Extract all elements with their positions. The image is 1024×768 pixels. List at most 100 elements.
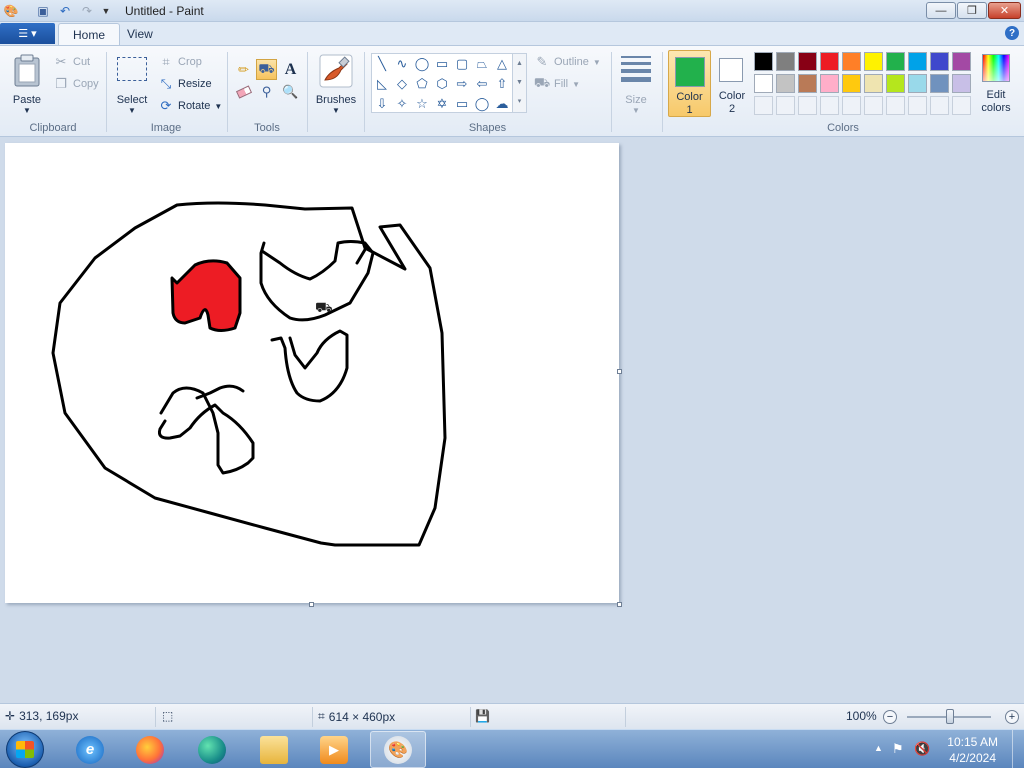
taskbar-internet-explorer[interactable]: e [62,731,118,768]
hexagon-shape[interactable]: ⬡ [433,75,451,93]
six-point-star-shape[interactable]: ✡ [433,95,451,113]
select-button[interactable]: Select ▼ [112,52,152,115]
custom-color-slot[interactable] [952,96,971,115]
color-swatch[interactable] [952,74,971,93]
clock[interactable]: 10:15 AM 4/2/2024 [947,734,998,766]
custom-color-slot[interactable] [864,96,883,115]
line-shape[interactable]: ╲ [373,55,391,73]
custom-color-slot[interactable] [798,96,817,115]
rectangle-shape[interactable]: ▭ [433,55,451,73]
shapes-scrollbar[interactable]: ▲ ▼ ▾ [512,54,526,112]
color-swatch[interactable] [908,74,927,93]
triangle-shape[interactable]: △ [493,55,511,73]
color-swatch[interactable] [930,52,949,71]
tab-home[interactable]: Home [58,23,121,45]
show-desktop-button[interactable] [1012,730,1024,768]
customize-toolbar-chevron-icon[interactable]: ▼ [98,3,114,19]
close-button[interactable]: ✕ [988,2,1021,19]
color-swatch[interactable] [842,52,861,71]
rounded-callout-shape[interactable]: ▭ [453,95,471,113]
color1-button[interactable]: Color 1 [668,50,711,117]
up-arrow-shape[interactable]: ⇧ [493,75,511,93]
curve-shape[interactable]: ∿ [393,55,411,73]
color-swatch[interactable] [886,52,905,71]
maximize-button[interactable]: ❐ [957,2,987,19]
color-swatch[interactable] [930,74,949,93]
oval-shape[interactable]: ◯ [413,55,431,73]
drawing-canvas[interactable] [5,143,622,607]
tab-view[interactable]: View [113,23,167,45]
custom-color-slot[interactable] [930,96,949,115]
pencil-tool[interactable]: ✏ [233,59,254,80]
custom-color-slot[interactable] [908,96,927,115]
start-button[interactable] [6,731,44,768]
zoom-out-button[interactable]: − [883,710,897,724]
down-arrow-shape[interactable]: ⇩ [373,95,391,113]
pentagon-shape[interactable]: ⬠ [413,75,431,93]
custom-color-slot[interactable] [886,96,905,115]
taskbar-file-explorer[interactable] [246,731,302,768]
network-icon[interactable]: ⚑ [892,741,904,757]
color-swatch[interactable] [886,74,905,93]
color-swatch[interactable] [754,52,773,71]
custom-color-slot[interactable] [842,96,861,115]
color-swatch[interactable] [908,52,927,71]
eraser-tool[interactable] [233,81,254,102]
taskbar-media-player[interactable]: ▶ [306,731,362,768]
text-tool[interactable]: A [280,59,301,80]
polygon-shape[interactable]: ⏢ [473,55,491,73]
resize-handle-bottom[interactable] [309,602,314,607]
paste-button[interactable]: Paste ▼ [8,52,46,115]
zoom-slider-thumb[interactable] [946,709,954,724]
rotate-button[interactable]: ⟳ Rotate ▼ [158,98,223,114]
color-swatch[interactable] [776,74,795,93]
resize-button[interactable]: ⤡ Resize [158,76,212,92]
minimize-button[interactable]: — [926,2,956,19]
size-button[interactable]: Size ▼ [617,52,655,115]
custom-color-slot[interactable] [820,96,839,115]
fill-tool[interactable]: ⛟ [256,59,277,80]
undo-icon[interactable]: ↶ [57,3,73,19]
right-arrow-shape[interactable]: ⇨ [453,75,471,93]
magnifier-tool[interactable]: 🔍 [280,81,301,102]
crop-button[interactable]: ⌗ Crop [158,54,202,70]
color-swatch[interactable] [952,52,971,71]
outline-dropdown[interactable]: ✎ Outline ▼ [534,54,601,70]
edit-colors-button[interactable]: Edit colors [977,52,1019,116]
color-swatch[interactable] [864,52,883,71]
rounded-rectangle-shape[interactable]: ▢ [453,55,471,73]
diamond-shape[interactable]: ◇ [393,75,411,93]
taskbar-edge[interactable] [184,731,240,768]
oval-callout-shape[interactable]: ◯ [473,95,491,113]
cut-button[interactable]: ✂ Cut [53,54,91,70]
custom-color-slot[interactable] [754,96,773,115]
save-icon[interactable]: ▣ [35,3,51,19]
color-swatch[interactable] [798,52,817,71]
help-icon[interactable]: ? [1005,26,1019,40]
copy-button[interactable]: ❐ Copy [53,76,99,92]
resize-handle-right[interactable] [617,369,622,374]
color-picker-tool[interactable]: ⚲ [256,81,277,102]
redo-icon[interactable]: ↷ [79,3,95,19]
brushes-button[interactable]: Brushes ▼ [312,52,360,115]
color-swatch[interactable] [820,74,839,93]
color-swatch[interactable] [798,74,817,93]
color-swatch[interactable] [864,74,883,93]
resize-handle-corner[interactable] [617,602,622,607]
show-hidden-icons-chevron-icon[interactable]: ▲ [874,743,883,753]
file-menu-button[interactable]: ☰ ▾ [0,23,55,44]
zoom-in-button[interactable]: + [1005,710,1019,724]
fill-dropdown[interactable]: ⛟ Fill ▼ [534,75,580,92]
five-point-star-shape[interactable]: ☆ [413,95,431,113]
color-swatch[interactable] [776,52,795,71]
color-swatch[interactable] [754,74,773,93]
custom-color-slot[interactable] [776,96,795,115]
left-arrow-shape[interactable]: ⇦ [473,75,491,93]
paint-app-icon[interactable]: 🎨 [3,3,19,19]
volume-muted-icon[interactable]: 🔇 [914,741,930,757]
cloud-callout-shape[interactable]: ☁ [493,95,511,113]
taskbar-paint[interactable]: 🎨 [370,731,426,768]
four-point-star-shape[interactable]: ✧ [393,95,411,113]
color-swatch[interactable] [820,52,839,71]
color2-button[interactable]: Color 2 [713,50,751,117]
